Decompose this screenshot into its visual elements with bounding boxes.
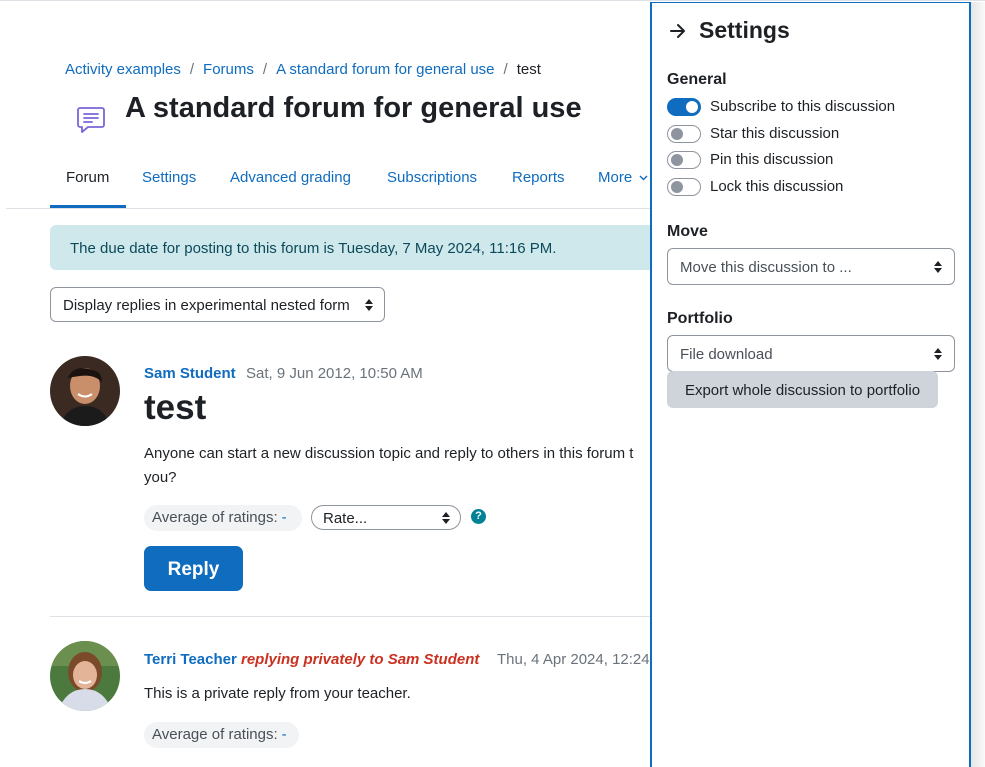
avatar-photo-terri xyxy=(50,641,120,711)
reply-button[interactable]: Reply xyxy=(144,546,243,591)
breadcrumb-item-forums[interactable]: Forums xyxy=(203,61,254,78)
move-discussion-select[interactable]: Move this discussion to ... xyxy=(667,248,955,285)
display-mode-value: Display replies in experimental nested f… xyxy=(63,297,350,314)
drawer-title: Settings xyxy=(699,17,790,43)
select-caret-icon xyxy=(934,348,942,360)
move-select-value: Move this discussion to ... xyxy=(680,259,852,276)
toggle-label: Pin this discussion xyxy=(710,151,834,168)
drawer-edge xyxy=(971,2,985,767)
alert-text: The due date for posting to this forum i… xyxy=(70,240,557,257)
active-tab-indicator xyxy=(50,205,126,208)
toggle-switch[interactable] xyxy=(667,125,701,143)
toggle-star[interactable]: Star this discussion xyxy=(667,124,957,146)
post-divider xyxy=(50,616,650,617)
general-heading: General xyxy=(667,71,727,88)
toggle-label: Lock this discussion xyxy=(710,178,844,195)
average-rating-label: Average of ratings: xyxy=(152,726,278,743)
tab-subscriptions[interactable]: Subscriptions xyxy=(387,169,477,186)
due-date-alert: The due date for posting to this forum i… xyxy=(50,225,650,270)
breadcrumb: Activity examples / Forums / A standard … xyxy=(65,61,541,78)
chevron-down-icon xyxy=(639,175,648,181)
toggle-label: Subscribe to this discussion xyxy=(710,98,896,115)
forum-icon xyxy=(77,107,105,133)
settings-drawer: Settings General Subscribe to this discu… xyxy=(650,2,971,767)
breadcrumb-item-forum[interactable]: A standard forum for general use xyxy=(276,61,494,78)
tab-forum[interactable]: Forum xyxy=(66,169,109,186)
post-body: Anyone can start a new discussion topic … xyxy=(144,445,634,486)
select-caret-icon xyxy=(365,299,373,311)
avatar-photo-sam xyxy=(50,356,120,426)
average-rating-value[interactable]: - xyxy=(282,509,287,526)
export-to-portfolio-button[interactable]: Export whole discussion to portfolio xyxy=(667,371,938,408)
toggle-knob xyxy=(671,154,683,166)
toggle-switch[interactable] xyxy=(667,178,701,196)
average-rating: Average of ratings: - xyxy=(144,505,302,531)
breadcrumb-separator: / xyxy=(262,61,268,78)
move-heading: Move xyxy=(667,223,708,240)
arrow-right-icon[interactable] xyxy=(669,22,687,40)
portfolio-select-value: File download xyxy=(680,346,773,363)
toggle-knob xyxy=(671,128,683,140)
breadcrumb-item-activity-examples[interactable]: Activity examples xyxy=(65,61,181,78)
post-author: Terri Teacher replying privately to Sam … xyxy=(144,651,479,668)
breadcrumb-current: test xyxy=(516,61,541,78)
average-rating-value[interactable]: - xyxy=(282,726,287,743)
tab-reports[interactable]: Reports xyxy=(512,169,565,186)
toggle-knob xyxy=(686,101,698,113)
post-subject: test xyxy=(144,388,207,427)
select-caret-icon xyxy=(934,261,942,273)
avatar[interactable] xyxy=(50,356,120,426)
post-author[interactable]: Sam Student xyxy=(144,365,236,382)
private-reply-note: replying privately to Sam Student xyxy=(241,651,480,668)
post-date: Thu, 4 Apr 2024, 12:24 xyxy=(497,651,650,668)
toggle-switch[interactable] xyxy=(667,98,701,116)
main-content: Activity examples / Forums / A standard … xyxy=(0,0,650,767)
post-author-name[interactable]: Terri Teacher xyxy=(144,651,237,668)
toggle-pin[interactable]: Pin this discussion xyxy=(667,150,957,172)
post-body: This is a private reply from your teache… xyxy=(144,685,411,702)
toggle-subscribe[interactable]: Subscribe to this discussion xyxy=(667,97,957,119)
toggle-label: Star this discussion xyxy=(710,125,840,142)
breadcrumb-separator: / xyxy=(503,61,508,78)
tab-settings[interactable]: Settings xyxy=(142,169,196,186)
toggle-knob xyxy=(671,181,683,193)
post-date: Sat, 9 Jun 2012, 10:50 AM xyxy=(246,365,423,382)
help-icon[interactable]: ? xyxy=(471,509,486,524)
average-rating-label: Average of ratings: xyxy=(152,509,278,526)
tab-more-label: More xyxy=(598,169,633,186)
rate-select[interactable]: Rate... xyxy=(311,505,461,530)
rate-select-value: Rate... xyxy=(323,510,368,527)
secondary-navigation: Forum Settings Advanced grading Subscrip… xyxy=(6,158,650,209)
average-rating: Average of ratings: - xyxy=(144,722,299,748)
breadcrumb-separator: / xyxy=(189,61,195,78)
portfolio-format-select[interactable]: File download xyxy=(667,335,955,372)
page-title: A standard forum for general use xyxy=(125,92,582,124)
portfolio-heading: Portfolio xyxy=(667,310,733,327)
tab-more[interactable]: More xyxy=(598,169,648,186)
display-mode-select[interactable]: Display replies in experimental nested f… xyxy=(50,287,385,322)
tab-advanced-grading[interactable]: Advanced grading xyxy=(230,169,351,186)
select-caret-icon xyxy=(442,512,450,524)
toggle-lock[interactable]: Lock this discussion xyxy=(667,177,957,199)
avatar[interactable] xyxy=(50,641,120,711)
toggle-switch[interactable] xyxy=(667,151,701,169)
